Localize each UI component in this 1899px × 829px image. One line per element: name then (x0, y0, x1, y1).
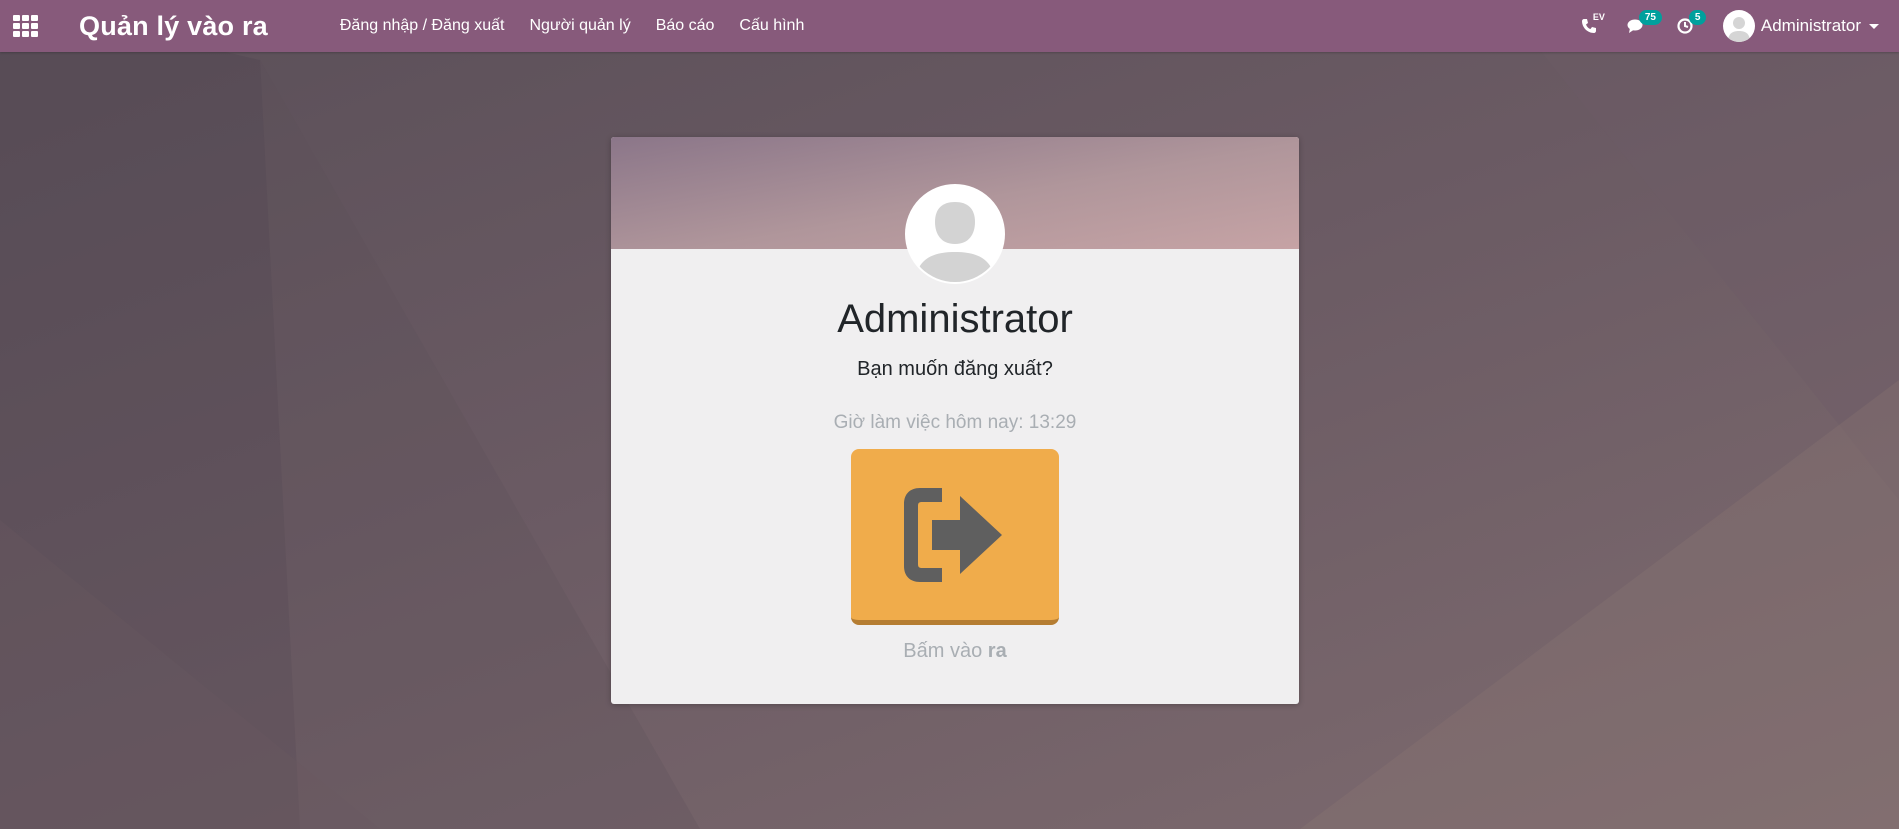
user-avatar (1722, 10, 1755, 42)
employee-avatar (905, 184, 1005, 284)
click-prefix: Bấm vào (903, 640, 983, 662)
menu-item-manager[interactable]: Người quản lý (529, 17, 630, 35)
top-navbar: Quản lý vào ra Đăng nhập / Đăng xuất Ngư… (0, 0, 1899, 52)
messaging-icon[interactable]: 75 (1627, 10, 1662, 34)
sign-out-icon (904, 487, 1002, 582)
user-name: Administrator (1760, 16, 1861, 35)
chevron-down-icon (1869, 23, 1879, 29)
menu-item-check-in-out[interactable]: Đăng nhập / Đăng xuất (340, 17, 505, 35)
systray: EV 75 5 Administrator (1581, 0, 1899, 52)
activity-clock-icon[interactable]: 5 (1677, 10, 1707, 34)
messages-count-badge: 75 (1638, 10, 1662, 25)
employee-name: Administrator (837, 297, 1073, 341)
user-menu[interactable]: Administrator (1722, 10, 1879, 42)
voip-tag: EV (1592, 12, 1605, 22)
apps-menu-icon[interactable] (13, 15, 41, 37)
main-menu: Đăng nhập / Đăng xuất Người quản lý Báo … (340, 17, 829, 35)
worked-hours-today: Giờ làm việc hôm nay: 13:29 (833, 412, 1077, 433)
checkout-question: Bạn muốn đăng xuất? (857, 358, 1053, 380)
menu-item-configuration[interactable]: Cấu hình (739, 17, 804, 35)
app-brand[interactable]: Quản lý vào ra (79, 11, 268, 42)
attendance-card: Administrator Bạn muốn đăng xuất? Giờ là… (611, 137, 1299, 704)
check-out-button[interactable] (851, 449, 1059, 625)
activities-count-badge: 5 (1688, 10, 1707, 25)
click-action: ra (987, 640, 1007, 662)
voip-phone-icon[interactable]: EV (1581, 12, 1605, 34)
menu-item-reporting[interactable]: Báo cáo (656, 17, 715, 35)
click-to-checkout-text: Bấm vào ra (611, 640, 1299, 663)
